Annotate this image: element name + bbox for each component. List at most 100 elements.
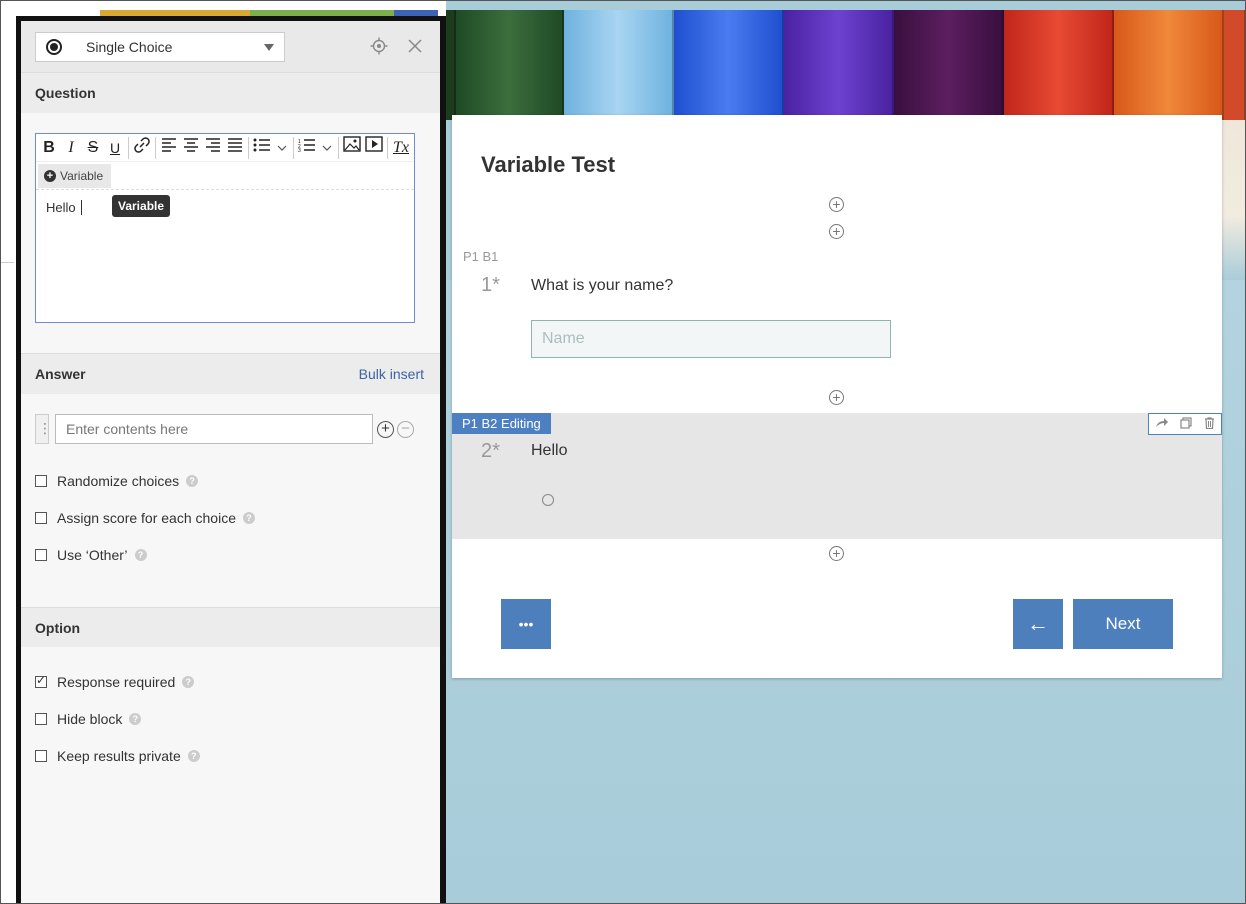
question-editor-wrap: B I S U 123 Tx + Variable Hello Variable (21, 113, 440, 354)
chevron-down-icon[interactable] (318, 136, 336, 160)
answer-section: + − Randomize choices ? Assign score for… (21, 394, 440, 607)
add-block-icon[interactable]: + (829, 197, 844, 212)
locate-icon[interactable] (369, 37, 389, 57)
italic-button[interactable]: I (60, 136, 82, 160)
question-section-title: Question (21, 73, 440, 113)
editor-toolbar: B I S U 123 Tx (36, 134, 414, 162)
bullet-list-icon[interactable] (251, 136, 273, 160)
more-button[interactable]: ••• (501, 599, 551, 649)
use-other-checkbox[interactable] (35, 548, 47, 561)
name-input[interactable] (531, 320, 891, 358)
add-block-icon[interactable]: + (829, 224, 844, 239)
strikethrough-button[interactable]: S (82, 136, 104, 160)
answer-section-title: Answer Bulk insert (21, 354, 440, 394)
question2-number: 2* (481, 440, 500, 462)
option-section: Response required ? Hide block ? Keep re… (21, 647, 440, 774)
help-icon[interactable]: ? (134, 548, 147, 561)
answer-title: Answer (35, 366, 86, 382)
randomize-choices-label: Randomize choices (57, 472, 180, 489)
block2-editing-tag: P1 B2 Editing (452, 413, 551, 434)
panel-header: Single Choice (21, 21, 440, 73)
question2-text: Hello (531, 442, 568, 459)
question-type-label: Single Choice (86, 39, 173, 55)
bulk-insert-link[interactable]: Bulk insert (359, 354, 424, 394)
question-editor-panel: Single Choice Question B I S U 1 2 3 Tx … (16, 16, 446, 904)
link-icon[interactable] (131, 136, 153, 160)
numbered-list-icon[interactable]: 123 (296, 136, 318, 160)
answer-choice-row: + − (35, 414, 426, 444)
randomize-choices-checkbox[interactable] (35, 474, 47, 487)
text-cursor (80, 200, 82, 215)
next-button[interactable]: Next (1073, 599, 1173, 649)
help-icon[interactable]: ? (187, 749, 200, 762)
use-other-row[interactable]: Use ‘Other’ ? (35, 536, 426, 573)
toolbar-divider (387, 136, 388, 159)
toolbar-divider (338, 136, 339, 159)
hide-block-checkbox[interactable] (35, 712, 47, 725)
question1-number: 1* (481, 274, 500, 296)
add-block-icon[interactable]: + (829, 546, 844, 561)
hide-block-row[interactable]: Hide block ? (35, 700, 426, 737)
clear-format-icon[interactable]: Tx (390, 136, 412, 160)
variable-button-label: Variable (60, 169, 104, 183)
align-center-icon[interactable] (180, 136, 202, 160)
response-required-checkbox[interactable] (35, 673, 47, 688)
align-left-icon[interactable] (158, 136, 180, 160)
image-icon[interactable] (341, 135, 363, 160)
back-button[interactable]: ← (1013, 599, 1063, 649)
option-section-title: Option (21, 607, 440, 647)
move-icon[interactable] (1155, 417, 1169, 432)
help-icon[interactable]: ? (242, 511, 255, 524)
video-icon[interactable] (363, 135, 385, 160)
toolbar-divider (155, 136, 156, 159)
choice-radio[interactable] (542, 494, 554, 506)
trash-icon[interactable] (1204, 416, 1215, 432)
underline-button[interactable]: U (104, 136, 126, 160)
response-required-label: Response required (57, 673, 176, 690)
toolbar-divider (128, 136, 129, 159)
chevron-down-icon[interactable] (273, 136, 291, 160)
keep-private-checkbox[interactable] (35, 749, 47, 762)
help-icon[interactable]: ? (182, 675, 195, 688)
help-icon[interactable]: ? (186, 474, 199, 487)
keep-private-label: Keep results private (57, 747, 181, 764)
survey-title: Variable Test (481, 152, 616, 177)
assign-score-label: Assign score for each choice (57, 509, 236, 526)
answer-choice-input[interactable] (55, 414, 373, 444)
randomize-choices-row[interactable]: Randomize choices ? (35, 462, 426, 499)
plus-circle-icon: + (44, 170, 56, 182)
remove-choice-icon[interactable]: − (397, 420, 414, 438)
assign-score-checkbox[interactable] (35, 511, 47, 524)
toolbar-divider (293, 136, 294, 159)
editor-content[interactable]: Hello (46, 200, 82, 215)
keep-private-row[interactable]: Keep results private ? (35, 737, 426, 774)
assign-score-row[interactable]: Assign score for each choice ? (35, 499, 426, 536)
svg-text:3: 3 (298, 148, 301, 152)
close-icon[interactable] (405, 37, 425, 57)
question-type-select[interactable]: Single Choice (35, 32, 285, 62)
block-tools (1148, 413, 1222, 435)
drag-handle-icon[interactable] (35, 414, 52, 444)
radio-icon (46, 39, 62, 55)
survey-card: Variable Test + + P1 B1 1* What is your … (452, 115, 1222, 678)
hide-block-label: Hide block (57, 710, 123, 727)
background-top-strip (16, 0, 446, 16)
align-right-icon[interactable] (202, 136, 224, 160)
question1-text: What is your name? (531, 277, 674, 294)
insert-variable-button[interactable]: + Variable (38, 164, 112, 188)
editor-text: Hello (46, 200, 76, 215)
block1-label: P1 B1 (463, 249, 499, 264)
add-block-icon[interactable]: + (829, 390, 844, 405)
variable-tooltip: Variable (112, 195, 171, 217)
add-choice-icon[interactable]: + (377, 420, 394, 438)
rich-text-editor[interactable]: B I S U 123 Tx + Variable Hello Variable (35, 133, 415, 323)
help-icon[interactable]: ? (129, 712, 142, 725)
variable-row: + Variable (36, 162, 414, 190)
align-justify-icon[interactable] (224, 136, 246, 160)
block2-editing[interactable]: P1 B2 Editing 2* Hello (452, 413, 1222, 539)
toolbar-divider (248, 136, 249, 159)
chevron-down-icon (264, 44, 274, 51)
copy-icon[interactable] (1180, 416, 1193, 432)
bold-button[interactable]: B (38, 136, 60, 160)
response-required-row[interactable]: Response required ? (35, 663, 426, 700)
